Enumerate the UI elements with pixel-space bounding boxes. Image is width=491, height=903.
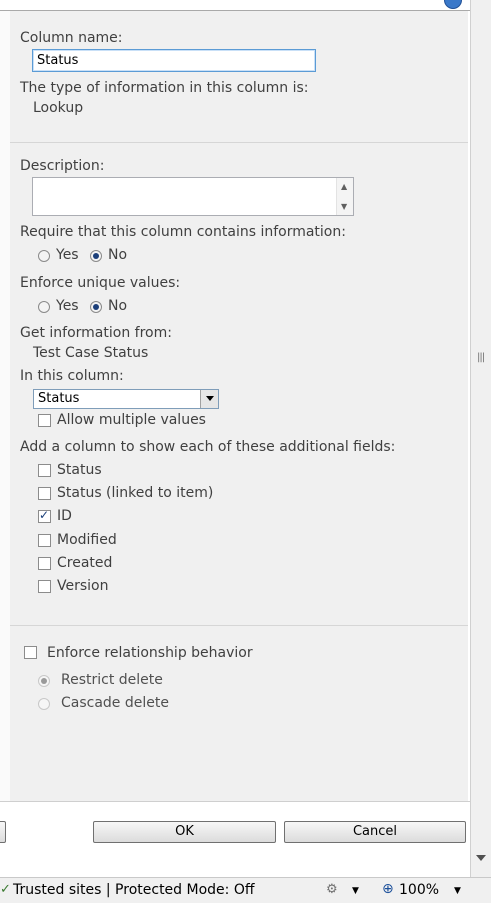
get-info-label: Get information from: (20, 325, 172, 341)
require-yes-label: Yes (56, 247, 79, 263)
field-status-linked-label: Status (linked to item) (57, 485, 214, 501)
allow-multiple-checkbox[interactable] (38, 414, 51, 427)
enforce-relationship-checkbox[interactable] (24, 646, 37, 659)
in-column-label: In this column: (20, 368, 124, 384)
type-value: Lookup (33, 100, 84, 116)
field-status-linked-checkbox[interactable] (38, 487, 51, 500)
section-divider (10, 625, 468, 626)
chevron-down-icon[interactable] (200, 390, 218, 408)
column-name-label: Column name: (20, 30, 123, 46)
additional-fields-label: Add a column to show each of these addit… (20, 439, 396, 455)
restrict-delete-label: Restrict delete (61, 672, 163, 688)
scroll-down-icon[interactable]: ▼ (341, 203, 347, 211)
field-id-label: ID (57, 508, 72, 524)
field-modified-label: Modified (57, 532, 117, 548)
help-icon[interactable] (444, 0, 462, 9)
description-textarea[interactable]: ▲ ▼ (32, 177, 354, 216)
left-edge (0, 11, 10, 801)
chevron-down-icon[interactable]: ▼ (352, 886, 359, 896)
protected-mode-icon[interactable]: ⚙ (326, 882, 338, 897)
unique-label: Enforce unique values: (20, 275, 181, 291)
field-status-checkbox[interactable] (38, 464, 51, 477)
security-zone-text[interactable]: Trusted sites | Protected Mode: Off (13, 882, 254, 898)
require-label: Require that this column contains inform… (20, 224, 346, 240)
in-column-select-value: Status (38, 391, 80, 406)
field-modified-checkbox[interactable] (38, 534, 51, 547)
allow-multiple-label: Allow multiple values (57, 412, 206, 428)
chevron-down-icon[interactable]: ▼ (454, 886, 461, 896)
unique-yes-radio[interactable] (38, 301, 50, 313)
column-name-input[interactable]: Status (32, 49, 316, 72)
page-scrollbar[interactable]: ||| (470, 0, 491, 877)
in-column-select[interactable]: Status (33, 389, 219, 409)
require-yes-radio[interactable] (38, 250, 50, 262)
field-created-label: Created (57, 555, 113, 571)
zoom-icon[interactable]: ⊕ (382, 881, 394, 897)
field-version-checkbox[interactable] (38, 580, 51, 593)
scroll-down-arrow-icon[interactable] (476, 855, 486, 861)
unique-yes-label: Yes (56, 298, 79, 314)
require-no-label: No (108, 247, 128, 263)
unique-no-radio[interactable] (90, 301, 102, 313)
field-id-checkbox[interactable] (38, 508, 51, 523)
scroll-grip-icon[interactable]: ||| (477, 352, 485, 363)
get-info-value: Test Case Status (33, 345, 149, 361)
field-version-label: Version (57, 578, 109, 594)
partial-button[interactable] (0, 821, 6, 843)
unique-no-label: No (108, 298, 128, 314)
check-icon: ✓ (0, 882, 11, 897)
scroll-up-icon[interactable]: ▲ (341, 183, 347, 191)
cancel-button[interactable]: Cancel (284, 821, 466, 843)
description-label: Description: (20, 158, 105, 174)
field-created-checkbox[interactable] (38, 557, 51, 570)
restrict-delete-radio[interactable] (38, 675, 50, 687)
section-divider (10, 142, 468, 143)
type-label: The type of information in this column i… (20, 80, 309, 96)
field-status-label: Status (57, 462, 102, 478)
ok-button[interactable]: OK (93, 821, 276, 843)
require-no-radio[interactable] (90, 250, 102, 262)
zoom-level[interactable]: 100% (399, 882, 439, 898)
cascade-delete-radio[interactable] (38, 698, 50, 710)
enforce-relationship-label: Enforce relationship behavior (47, 645, 253, 661)
status-bar: ✓ Trusted sites | Protected Mode: Off ⚙ … (0, 877, 491, 903)
dialog-top-edge (0, 0, 470, 11)
cascade-delete-label: Cascade delete (61, 695, 169, 711)
description-scrollbar[interactable]: ▲ ▼ (336, 178, 353, 215)
